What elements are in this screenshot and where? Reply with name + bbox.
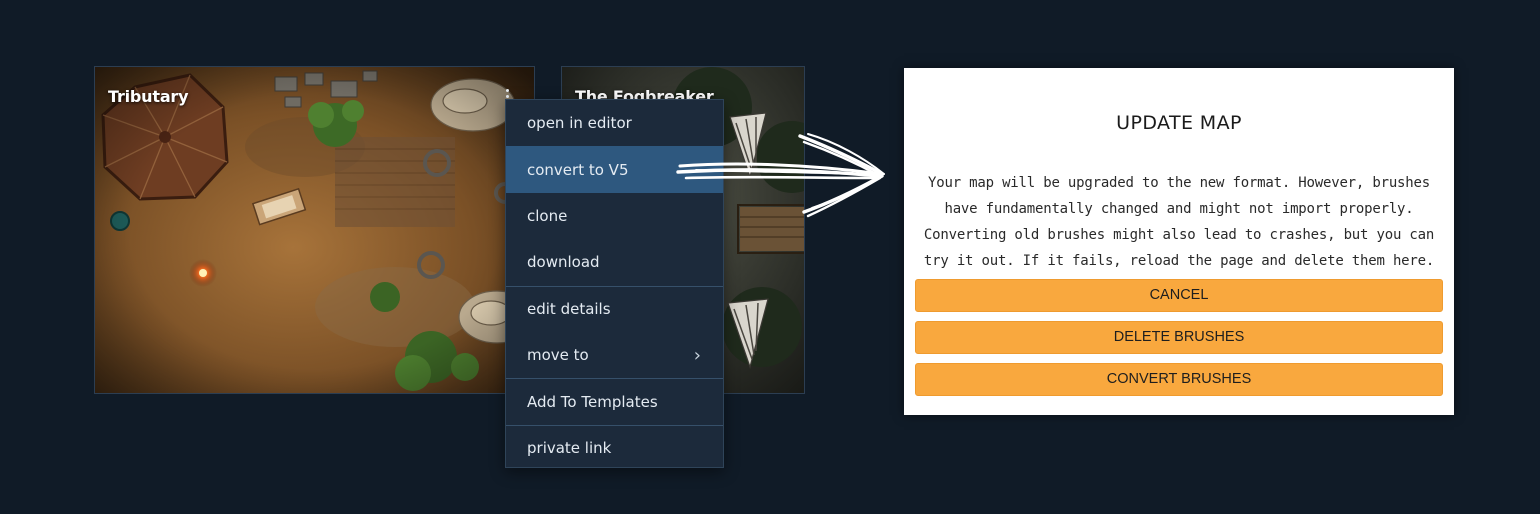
map-card-tributary[interactable]: Tributary [94, 66, 535, 394]
menu-item-move-to[interactable]: move to › [506, 332, 723, 378]
cancel-button[interactable]: CANCEL [915, 279, 1443, 312]
map-thumbnail-tributary [95, 67, 534, 393]
dialog-title: UPDATE MAP [1116, 112, 1242, 134]
menu-item-label: open in editor [527, 114, 632, 133]
delete-brushes-button[interactable]: DELETE BRUSHES [915, 321, 1443, 354]
map-title: Tributary [108, 87, 189, 106]
menu-item-private-link[interactable]: private link [506, 424, 723, 467]
menu-item-label: Add To Templates [527, 393, 658, 412]
menu-item-label: clone [527, 206, 568, 225]
menu-item-download[interactable]: download [506, 239, 723, 285]
menu-item-label: download [527, 253, 600, 272]
menu-item-label: move to [527, 346, 589, 365]
dialog-message: Your map will be upgraded to the new for… [923, 175, 1435, 269]
update-map-dialog: UPDATE MAP Your map will be upgraded to … [904, 68, 1454, 415]
menu-item-label: convert to V5 [527, 160, 629, 179]
chevron-right-icon: › [693, 344, 701, 366]
menu-item-edit-details[interactable]: edit details [506, 285, 723, 332]
menu-item-label: edit details [527, 300, 611, 319]
convert-brushes-button[interactable]: CONVERT BRUSHES [915, 363, 1443, 396]
menu-item-add-to-templates[interactable]: Add To Templates [506, 378, 723, 424]
hand-drawn-arrow-icon [676, 128, 888, 220]
menu-item-label: private link [527, 439, 612, 458]
